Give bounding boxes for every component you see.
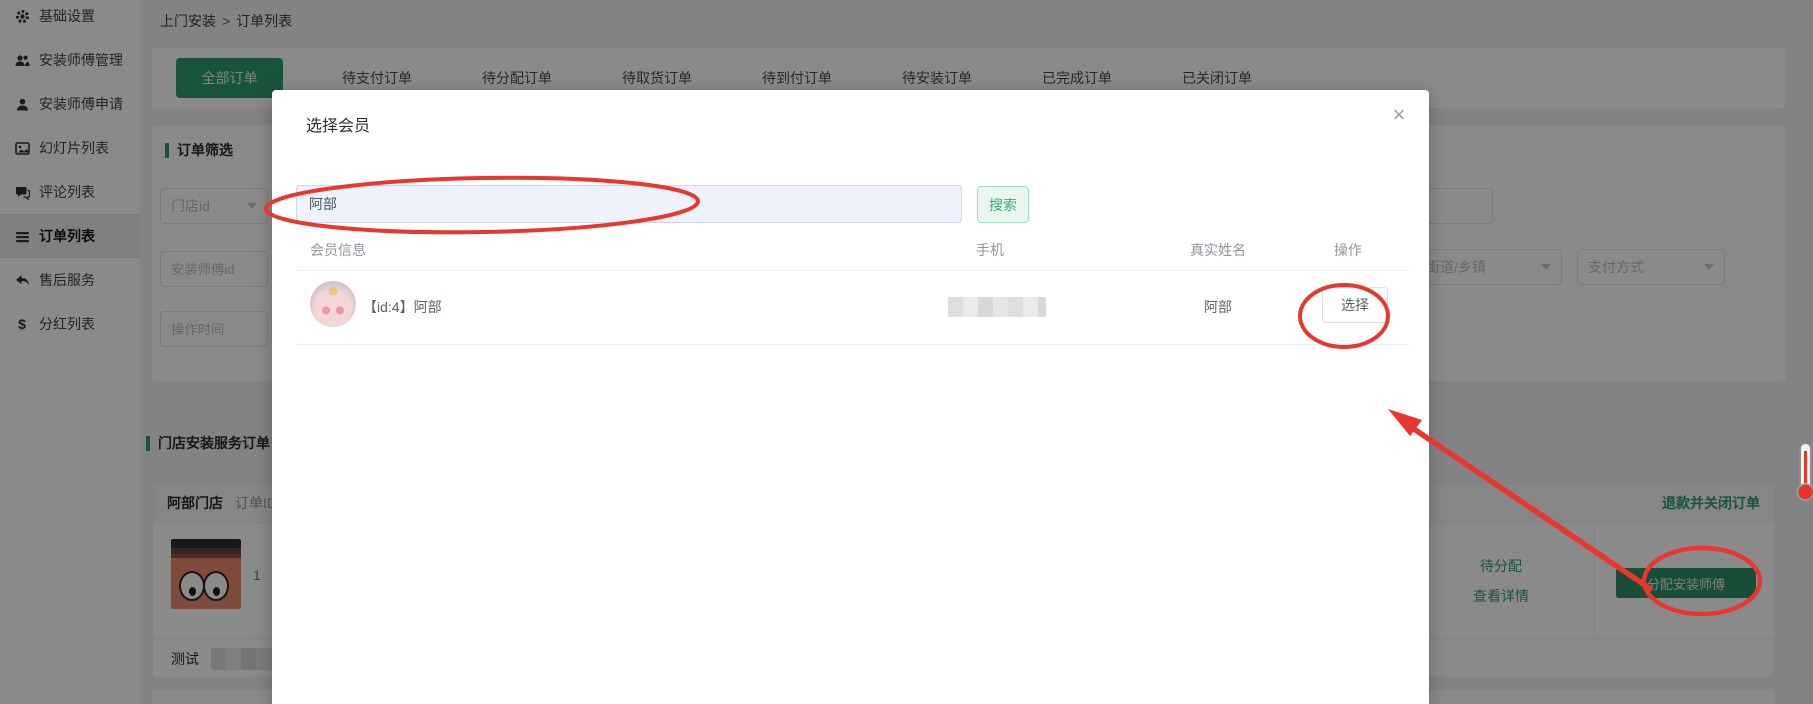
column-header-real-name: 真实姓名: [1190, 242, 1246, 258]
column-header-phone: 手机: [976, 242, 1004, 258]
select-member-button[interactable]: 选择: [1322, 287, 1388, 323]
member-real-name: 阿部: [1204, 299, 1232, 315]
column-header-member-info: 会员信息: [310, 242, 366, 258]
member-name: 【id:4】阿部: [363, 299, 442, 315]
select-member-dialog: 选择会员 × 搜索 会员信息 手机 真实姓名 操作 【id:4】阿部 阿部 选择: [272, 90, 1429, 704]
table-divider: [296, 344, 1409, 345]
close-icon[interactable]: ×: [1384, 100, 1414, 130]
search-button[interactable]: 搜索: [977, 186, 1029, 223]
member-search-input[interactable]: [296, 185, 962, 223]
phone-redacted: [948, 297, 1046, 317]
dialog-title: 选择会员: [306, 118, 371, 135]
member-avatar: [310, 281, 356, 327]
table-divider: [296, 270, 1409, 271]
app-root: 上门安装 > 订单列表 全部订单 待支付订单 待分配订单 待取货订单 待到付订单 待…: [0, 0, 1813, 704]
column-header-action: 操作: [1334, 242, 1362, 258]
